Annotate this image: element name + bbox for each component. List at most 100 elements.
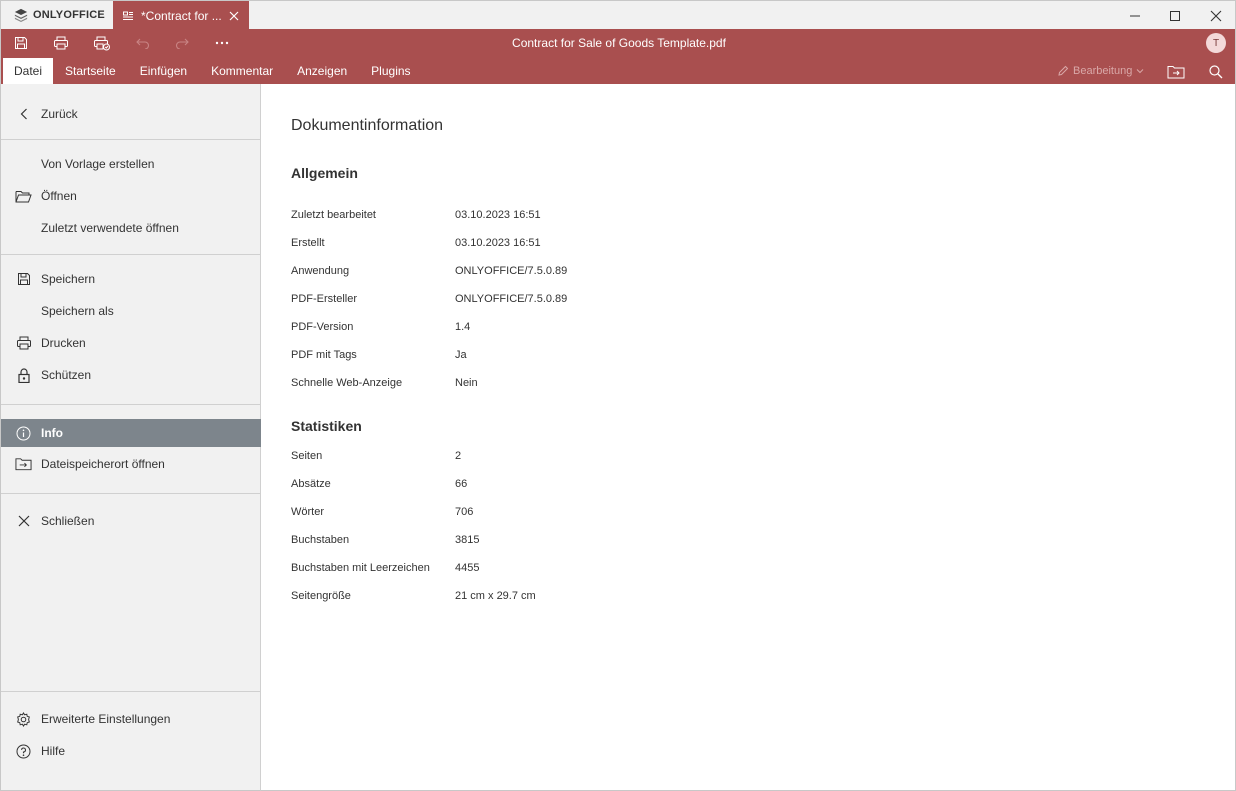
- info-label: Zuletzt bearbeitet: [291, 209, 376, 221]
- folder-open-icon: [15, 188, 32, 204]
- tab-close-icon[interactable]: [225, 7, 243, 25]
- save-icon: [15, 271, 32, 287]
- sidebar-item-help[interactable]: Hilfe: [1, 737, 261, 765]
- section-general-title: Allgemein: [291, 165, 358, 181]
- sidebar-item-label: Schützen: [41, 368, 92, 382]
- stats-label: Seiten: [291, 450, 323, 462]
- info-label: PDF-Version: [291, 321, 354, 333]
- info-label: Anwendung: [291, 265, 350, 277]
- sidebar-item-label: Erweiterte Einstellungen: [41, 712, 171, 726]
- info-value: 03.10.2023 16:51: [455, 209, 541, 221]
- info-icon: [15, 425, 32, 441]
- file-menu-sidebar: Zurück Von Vorlage erstellen Öffnen Zule…: [0, 84, 261, 791]
- user-avatar[interactable]: T: [1206, 33, 1226, 53]
- info-label: Erstellt: [291, 237, 325, 249]
- edit-mode-label: Bearbeitung: [1073, 65, 1133, 77]
- tab-kommentar[interactable]: Kommentar: [199, 58, 285, 84]
- sidebar-item-advanced-settings[interactable]: Erweiterte Einstellungen: [1, 705, 261, 733]
- more-icon: [215, 41, 229, 45]
- folder-arrow-icon: [15, 456, 32, 472]
- print-quick-button[interactable]: [47, 33, 75, 53]
- sidebar-item-recent[interactable]: Zuletzt verwendete öffnen: [1, 214, 261, 242]
- info-label: PDF-Ersteller: [291, 293, 358, 305]
- close-window-button[interactable]: [1193, 1, 1236, 30]
- sidebar-item-label: Drucken: [41, 336, 86, 350]
- sidebar-item-label: Dateispeicherort öffnen: [41, 457, 165, 471]
- info-label: PDF mit Tags: [291, 349, 357, 361]
- tab-title: *Contract for ...: [141, 8, 222, 23]
- sidebar-item-label: Schließen: [41, 514, 95, 528]
- quick-print-button[interactable]: [88, 33, 116, 53]
- editor-header: Contract for Sale of Goods Template.pdf …: [0, 29, 1236, 84]
- save-quick-button[interactable]: [7, 33, 35, 53]
- stats-value: 2: [455, 450, 462, 462]
- sidebar-item-close[interactable]: Schließen: [1, 507, 261, 535]
- stats-value: 706: [455, 506, 474, 518]
- info-value: 03.10.2023 16:51: [455, 237, 541, 249]
- quick-print-icon: [94, 36, 110, 50]
- sidebar-item-from-template[interactable]: Von Vorlage erstellen: [1, 150, 261, 178]
- document-tab[interactable]: *Contract for ...: [113, 1, 249, 30]
- back-button[interactable]: Zurück: [1, 100, 261, 128]
- tab-startseite[interactable]: Startseite: [53, 58, 128, 84]
- edit-mode-button[interactable]: Bearbeitung: [1057, 65, 1144, 77]
- tab-einfuegen[interactable]: Einfügen: [128, 58, 199, 84]
- sidebar-item-save[interactable]: Speichern: [1, 265, 261, 293]
- tab-anzeigen[interactable]: Anzeigen: [285, 58, 359, 84]
- info-value: Nein: [455, 377, 478, 389]
- stats-label: Absätze: [291, 478, 331, 490]
- sidebar-item-label: Speichern: [41, 272, 96, 286]
- info-value: 1.4: [455, 321, 471, 333]
- stats-value: 66: [455, 478, 468, 490]
- sidebar-item-open[interactable]: Öffnen: [1, 182, 261, 210]
- gear-icon: [15, 711, 32, 727]
- sidebar-item-label: Zuletzt verwendete öffnen: [41, 221, 179, 235]
- chevron-left-icon: [15, 106, 32, 122]
- menu-tabs: Datei Startseite Einfügen Kommentar Anze…: [1, 58, 423, 84]
- stats-value: 3815: [455, 534, 480, 546]
- sidebar-item-save-as[interactable]: Speichern als: [1, 297, 261, 325]
- info-value: ONLYOFFICE/7.5.0.89: [455, 293, 568, 305]
- pencil-icon: [1058, 65, 1069, 76]
- stats-label: Buchstaben mit Leerzeichen: [291, 562, 430, 574]
- back-label: Zurück: [41, 107, 78, 121]
- sidebar-item-label: Von Vorlage erstellen: [41, 157, 155, 171]
- page-title: Dokumentinformation: [291, 117, 444, 134]
- redo-button[interactable]: [168, 33, 196, 53]
- title-bar: ONLYOFFICE *Contract for ...: [0, 0, 1236, 30]
- info-value: Ja: [455, 349, 467, 361]
- tab-datei[interactable]: Datei: [3, 58, 54, 84]
- brand-logo: ONLYOFFICE: [14, 8, 105, 22]
- close-icon: [15, 513, 32, 529]
- stats-value: 4455: [455, 562, 480, 574]
- tab-plugins[interactable]: Plugins: [359, 58, 422, 84]
- redo-icon: [175, 38, 189, 49]
- help-icon: [15, 743, 32, 759]
- print-icon: [15, 335, 32, 351]
- sidebar-item-print[interactable]: Drucken: [1, 329, 261, 357]
- sidebar-item-file-location[interactable]: Dateispeicherort öffnen: [1, 450, 261, 478]
- sidebar-item-info[interactable]: Info: [1, 419, 261, 447]
- divider: [1, 254, 261, 255]
- sidebar-item-label: Hilfe: [41, 744, 66, 758]
- search-button[interactable]: [1205, 62, 1227, 82]
- print-icon: [54, 36, 68, 50]
- save-icon: [15, 37, 27, 49]
- undo-button[interactable]: [129, 33, 157, 53]
- divider: [1, 493, 261, 494]
- maximize-button[interactable]: [1152, 1, 1198, 30]
- lock-icon: [15, 367, 32, 383]
- document-icon: [123, 11, 133, 20]
- sidebar-item-label: Info: [41, 426, 63, 440]
- undo-icon: [136, 38, 150, 49]
- open-file-location-button[interactable]: [1165, 62, 1187, 82]
- divider: [1, 139, 261, 140]
- chevron-down-icon: [1136, 69, 1144, 74]
- more-button[interactable]: [208, 33, 236, 53]
- info-value: ONLYOFFICE/7.5.0.89: [455, 265, 568, 277]
- search-icon: [1209, 65, 1223, 79]
- sidebar-item-label: Öffnen: [41, 189, 77, 203]
- stats-label: Wörter: [291, 506, 324, 518]
- brand-name: ONLYOFFICE: [33, 9, 105, 21]
- sidebar-item-protect[interactable]: Schützen: [1, 361, 261, 389]
